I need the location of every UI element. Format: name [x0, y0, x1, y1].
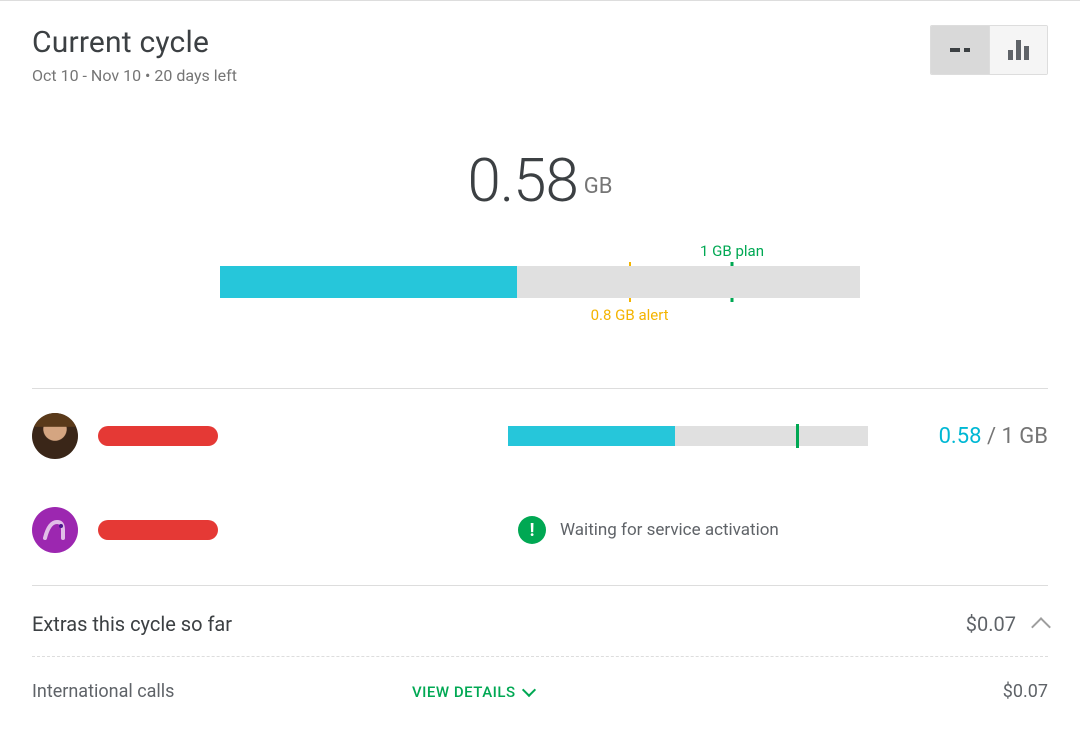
main-usage-bar: 1 GB plan 0.8 GB alert — [220, 266, 860, 298]
bar-chart-icon — [1008, 40, 1030, 60]
main-bar-fill — [220, 266, 517, 298]
user-bar-tick — [796, 424, 799, 448]
extras-row-amount: $0.07 — [1003, 681, 1048, 702]
users-section: 0.58 / 1 GB ! Waiting for service activa… — [32, 388, 1048, 577]
redacted-name — [98, 426, 218, 446]
header-row: Current cycle Oct 10 - Nov 10 • 20 days … — [32, 25, 1048, 85]
extras-title: Extras this cycle so far — [32, 612, 966, 636]
cycle-card: Current cycle Oct 10 - Nov 10 • 20 days … — [0, 0, 1080, 702]
extras-section: Extras this cycle so far $0.07 Internati… — [32, 585, 1048, 702]
user-name — [98, 426, 378, 446]
view-details-label: VIEW DETAILS — [412, 683, 516, 701]
avatar — [32, 507, 78, 553]
dash-icon — [950, 48, 970, 52]
user-bar-fill — [508, 426, 675, 446]
total-usage: 0.58GB — [32, 145, 1048, 216]
chevron-up-icon — [1031, 617, 1051, 637]
avatar — [32, 413, 78, 459]
extras-row: International calls VIEW DETAILS $0.07 — [32, 657, 1048, 702]
user-usage-text: 0.58 / 1 GB — [888, 424, 1048, 449]
view-toggle-summary[interactable] — [931, 26, 989, 74]
user-plan-gb: 1 GB — [1001, 424, 1048, 449]
view-toggle — [930, 25, 1048, 75]
redacted-name — [98, 520, 218, 540]
chevron-down-icon — [522, 682, 536, 696]
extras-header[interactable]: Extras this cycle so far $0.07 — [32, 586, 1048, 657]
user-usage-bar — [508, 426, 868, 446]
view-toggle-chart[interactable] — [989, 26, 1047, 74]
cycle-subtitle: Oct 10 - Nov 10 • 20 days left — [32, 66, 237, 85]
alert-icon: ! — [518, 516, 546, 544]
user-row[interactable]: ! Waiting for service activation — [32, 483, 1048, 577]
page-title: Current cycle — [32, 25, 237, 60]
user-name — [98, 520, 378, 540]
main-bar-track — [220, 266, 860, 298]
extras-row-label: International calls — [32, 681, 412, 702]
user-status: ! Waiting for service activation — [518, 516, 779, 544]
total-usage-value: 0.58 — [468, 145, 578, 216]
plan-label: 1 GB plan — [700, 242, 764, 260]
extras-amount: $0.07 — [966, 612, 1016, 636]
avatar-glyph — [39, 514, 71, 546]
user-used-gb: 0.58 — [939, 424, 982, 449]
user-row[interactable]: 0.58 / 1 GB — [32, 389, 1048, 483]
status-text: Waiting for service activation — [560, 520, 779, 540]
view-details-button[interactable]: VIEW DETAILS — [412, 683, 534, 701]
total-usage-unit: GB — [584, 174, 613, 199]
alert-label: 0.8 GB alert — [591, 306, 669, 324]
